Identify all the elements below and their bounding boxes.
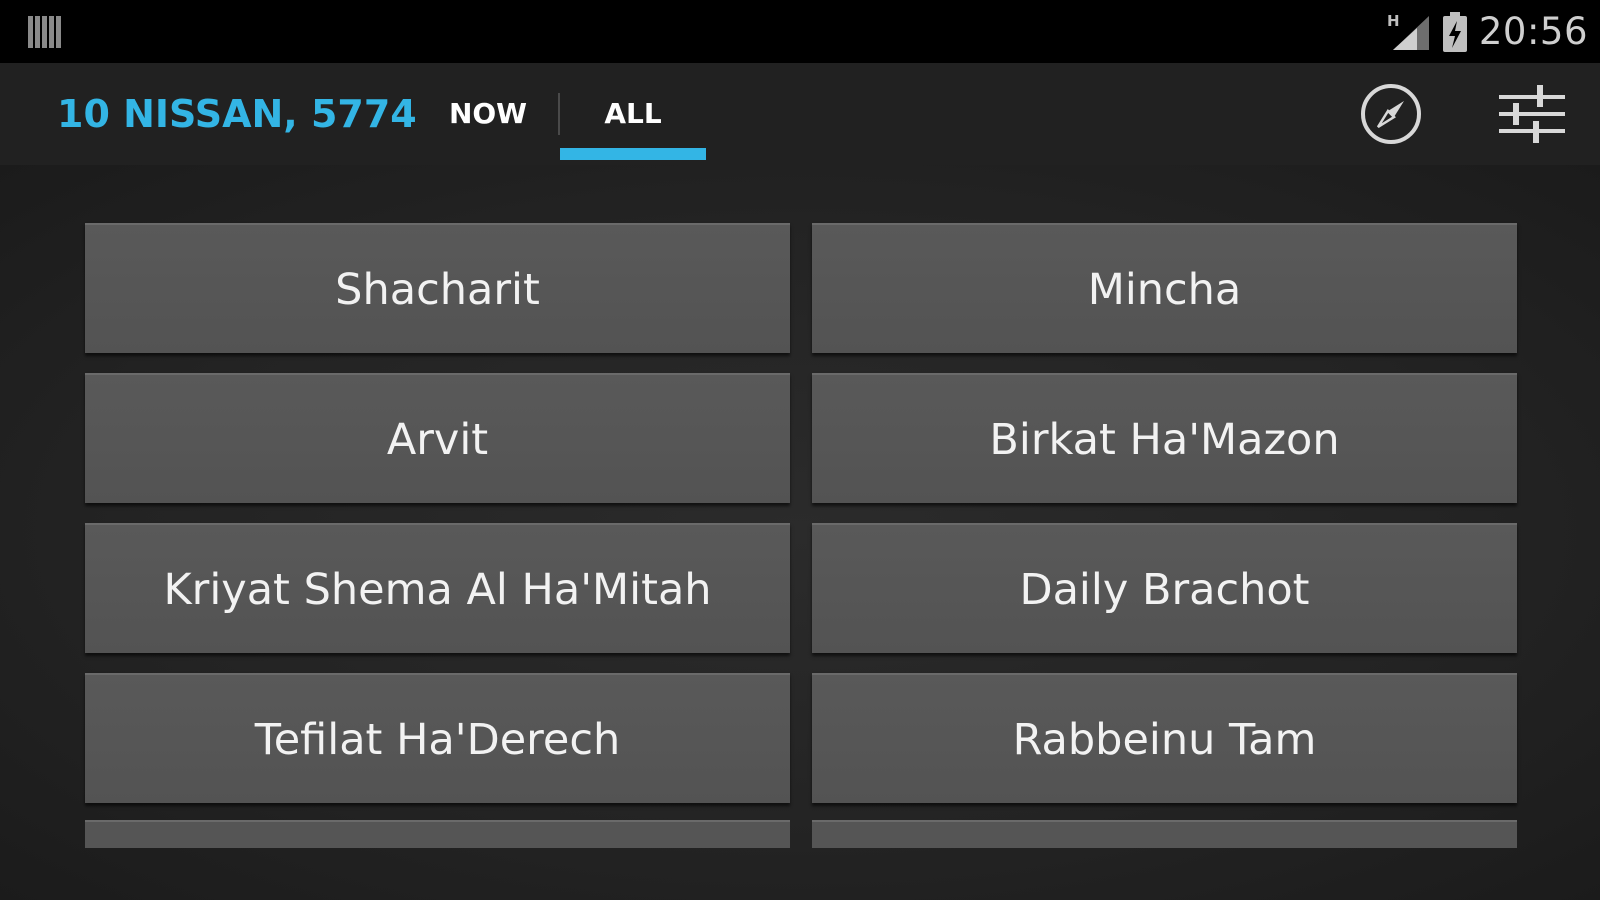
date-title: 10 NISSAN, 5774 — [57, 92, 417, 136]
tab-selected-indicator — [560, 148, 706, 160]
status-time: 20:56 — [1478, 10, 1588, 53]
prayer-button-birkat-hamazon[interactable]: Birkat Ha'Mazon — [812, 373, 1517, 503]
prayer-list: Shacharit Mincha Arvit Birkat Ha'Mazon K… — [0, 165, 1600, 900]
prayer-button-kriyat-shema[interactable]: Kriyat Shema Al Ha'Mitah — [85, 523, 790, 653]
signal-icon: H — [1387, 12, 1429, 50]
prayer-grid: Shacharit Mincha Arvit Birkat Ha'Mazon K… — [85, 223, 1517, 803]
prayer-button-daily-brachot[interactable]: Daily Brachot — [812, 523, 1517, 653]
prayer-button-mincha[interactable]: Mincha — [812, 223, 1517, 353]
status-bar: H 20:56 — [0, 0, 1600, 63]
network-type: H — [1387, 12, 1400, 30]
settings-sliders-icon[interactable] — [1497, 79, 1567, 149]
prayer-button-shacharit[interactable]: Shacharit — [85, 223, 790, 353]
battery-icon — [1442, 11, 1467, 52]
prayer-button-arvit[interactable]: Arvit — [85, 373, 790, 503]
prayer-button-partial[interactable] — [812, 820, 1517, 848]
barcode-icon — [28, 16, 61, 48]
prayer-button-partial[interactable] — [85, 820, 790, 848]
tab-now[interactable]: NOW — [418, 63, 558, 165]
action-bar: 10 NISSAN, 5774 NOW ALL — [0, 63, 1600, 165]
compass-icon[interactable] — [1356, 79, 1426, 149]
prayer-button-tefilat-haderech[interactable]: Tefilat Ha'Derech — [85, 673, 790, 803]
prayer-button-rabbeinu-tam[interactable]: Rabbeinu Tam — [812, 673, 1517, 803]
